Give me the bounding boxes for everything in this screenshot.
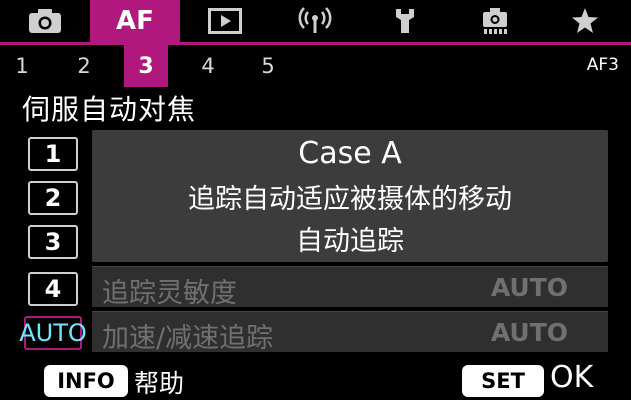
- param-label: 追踪灵敏度: [102, 278, 237, 309]
- tab-custom-functions[interactable]: [450, 0, 540, 42]
- page-title: 伺服自动对焦: [22, 93, 197, 126]
- case-description: 追踪自动适应被摄体的移动: [188, 184, 512, 215]
- sub-tab-bar: 1 2 3 4 5 AF3: [0, 45, 631, 87]
- param-value: AUTO: [490, 273, 568, 302]
- case-button-3[interactable]: 3: [28, 225, 78, 259]
- tab-af-label: AF: [116, 6, 154, 36]
- page-code: AF3: [586, 55, 619, 75]
- case-name: Case A: [298, 136, 402, 171]
- subtab-3[interactable]: 3: [124, 45, 168, 87]
- case-button-2[interactable]: 2: [28, 181, 78, 215]
- star-icon: [572, 8, 598, 33]
- subtab-1[interactable]: 1: [0, 45, 44, 87]
- subtab-5[interactable]: 5: [246, 45, 290, 87]
- tab-shooting[interactable]: [0, 0, 90, 42]
- info-button[interactable]: INFO: [44, 365, 128, 397]
- tab-wireless[interactable]: [270, 0, 360, 42]
- wireless-icon: [298, 7, 332, 33]
- custom-function-camera-icon: [483, 8, 507, 34]
- param-value: AUTO: [490, 318, 568, 347]
- wrench-icon: [396, 9, 414, 33]
- tab-af[interactable]: AF: [90, 0, 180, 42]
- case-button-auto[interactable]: AUTO: [19, 316, 87, 350]
- case-button-1[interactable]: 1: [28, 137, 78, 171]
- tab-my-menu[interactable]: [540, 0, 630, 42]
- tab-playback[interactable]: [180, 0, 270, 42]
- param-label: 加速/减速追踪: [102, 323, 274, 354]
- case-button-4[interactable]: 4: [28, 272, 78, 306]
- subtab-2[interactable]: 2: [62, 45, 106, 87]
- subtab-4[interactable]: 4: [186, 45, 230, 87]
- playback-icon: [208, 8, 242, 34]
- param-row-tracking-sensitivity[interactable]: 追踪灵敏度 AUTO: [92, 266, 608, 309]
- tab-setup[interactable]: [360, 0, 450, 42]
- help-label: 帮助: [134, 369, 185, 398]
- param-row-accel-decel-tracking[interactable]: 加速/减速追踪 AUTO: [92, 311, 608, 354]
- case-description-panel: Case A 追踪自动适应被摄体的移动 自动追踪: [92, 130, 608, 262]
- main-tab-bar: AF: [0, 0, 631, 42]
- set-button[interactable]: SET: [462, 365, 544, 397]
- ok-label: OK: [550, 360, 594, 395]
- case-subdescription: 自动追踪: [296, 226, 404, 257]
- camera-icon: [29, 9, 61, 33]
